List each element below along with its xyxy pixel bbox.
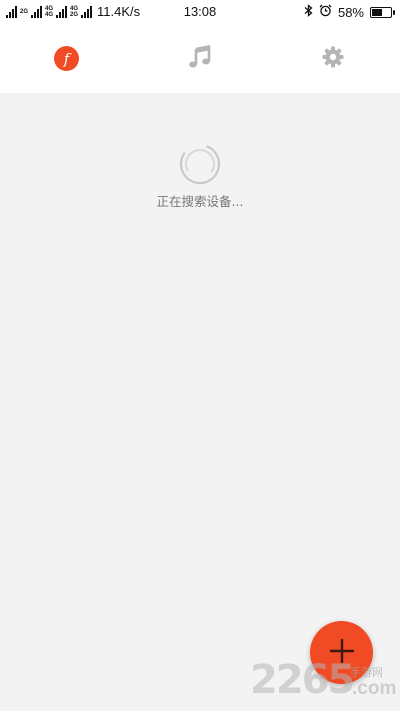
status-right: 58% — [304, 4, 395, 20]
searching-status-text: 正在搜索设备... — [156, 194, 244, 209]
tab-bar: f — [0, 24, 400, 93]
loading-spinner-icon — [178, 142, 222, 186]
status-bar: 2G 4G 4G 4G 2G 11.4K/s 13:08 58% — [0, 0, 400, 24]
alarm-icon — [319, 4, 332, 20]
watermark-com-text: .com — [352, 678, 397, 699]
device-search-panel: 正在搜索设备... — [0, 93, 400, 711]
gear-icon — [321, 45, 345, 73]
tab-settings[interactable] — [266, 24, 399, 93]
watermark-number: 2265 — [250, 657, 355, 703]
site-watermark: 2265 手游网 .com — [250, 657, 400, 709]
tab-music[interactable] — [133, 24, 266, 93]
music-note-icon — [188, 44, 212, 73]
tab-device[interactable]: f — [0, 24, 133, 93]
battery-icon — [370, 6, 395, 18]
f-logo-icon: f — [54, 46, 79, 71]
battery-percent: 58% — [337, 4, 364, 20]
bluetooth-icon — [304, 4, 313, 20]
